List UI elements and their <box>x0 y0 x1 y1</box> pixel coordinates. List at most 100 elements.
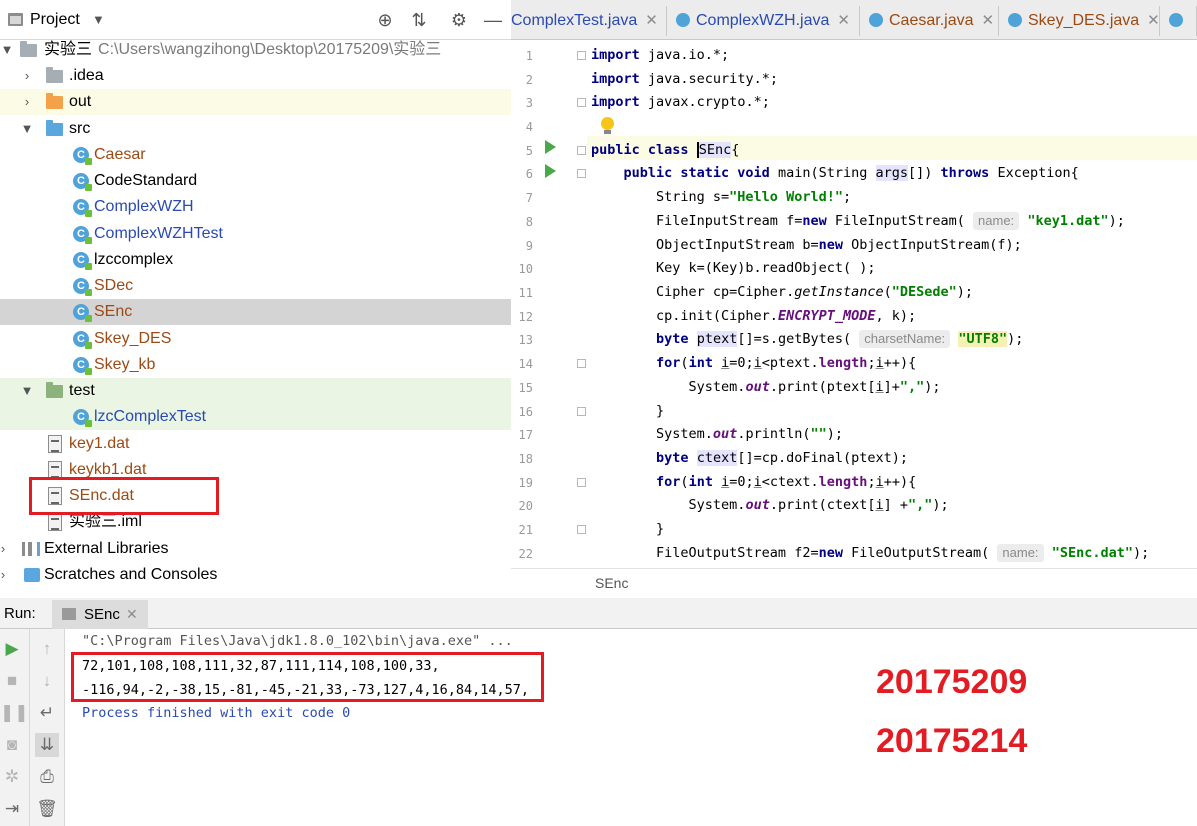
breadcrumb: SEnc <box>511 568 1197 598</box>
code-area[interactable]: import java.io.*; import java.security.*… <box>587 40 1197 568</box>
tree-item-idea[interactable]: › .idea <box>0 63 511 89</box>
fold-icon[interactable] <box>577 169 586 178</box>
tree-item-external-libraries[interactable]: › External Libraries <box>0 536 511 562</box>
line-number: 19 <box>518 476 533 490</box>
tree-item-class[interactable]: C Caesar <box>0 142 511 168</box>
scroll-to-end-icon[interactable]: ⇊ <box>35 733 59 757</box>
tab-complexwzh[interactable]: ComplexWZH.java ✕ <box>668 6 860 36</box>
chevron-right-icon[interactable]: › <box>20 63 34 89</box>
parameter-hint: name: <box>973 212 1020 230</box>
tab-complextest[interactable]: ComplexTest.java ✕ <box>511 6 667 36</box>
tree-item-label: out <box>69 93 92 110</box>
code-line: import java.security.*; <box>591 71 778 87</box>
camera-icon[interactable]: ◙ <box>0 733 24 757</box>
chevron-down-icon[interactable]: ▼ <box>20 116 34 142</box>
tab-caesar[interactable]: Caesar.java ✕ <box>861 6 999 36</box>
tree-item-class-selected[interactable]: C SEnc <box>0 299 511 325</box>
code-line: for(int i=0;i<ctext.length;i++){ <box>656 474 917 490</box>
tree-item-out[interactable]: › out <box>0 89 511 115</box>
close-icon[interactable]: ✕ <box>1147 12 1159 29</box>
chevron-right-icon[interactable]: › <box>0 562 10 588</box>
annotation-student-id: 20175214 <box>876 722 1028 760</box>
arrow-down-icon[interactable]: ↓ <box>35 669 59 693</box>
fold-icon[interactable] <box>577 146 586 155</box>
parameter-hint: name: <box>997 544 1044 562</box>
close-icon[interactable]: ✕ <box>645 12 658 29</box>
soft-wrap-icon[interactable]: ↵ <box>35 701 59 725</box>
close-icon[interactable]: ✕ <box>982 12 995 29</box>
tree-item-test[interactable]: ▼ test <box>0 378 511 404</box>
tree-item-src[interactable]: ▼ src <box>0 116 511 142</box>
run-tab-senc[interactable]: SEnc ✕ <box>52 600 148 629</box>
close-icon[interactable]: ✕ <box>126 606 138 623</box>
chevron-down-icon[interactable]: ▼ <box>20 378 34 404</box>
tree-item-class[interactable]: C Skey_DES <box>0 326 511 352</box>
tree-item-root[interactable]: ▼ 实验三 C:\Users\wangzihong\Desktop\2017520… <box>0 37 511 63</box>
java-class-icon: C <box>73 357 92 375</box>
run-class-icon[interactable] <box>545 140 556 154</box>
console-icon <box>62 608 76 620</box>
tree-item-scratches[interactable]: › Scratches and Consoles <box>0 562 511 588</box>
fold-icon[interactable] <box>577 98 586 107</box>
line-number: 10 <box>518 262 533 276</box>
tree-item-class[interactable]: C CodeStandard <box>0 168 511 194</box>
scratches-icon <box>24 568 40 582</box>
chevron-right-icon[interactable]: › <box>20 89 34 115</box>
java-class-icon <box>676 12 690 27</box>
tree-item-class[interactable]: C Skey_kb <box>0 352 511 378</box>
tree-item-class[interactable]: C ComplexWZHTest <box>0 221 511 247</box>
tree-item-label: lzcComplexTest <box>94 408 207 425</box>
tree-item-class[interactable]: C ComplexWZH <box>0 194 511 220</box>
tree-item-class[interactable]: C SDec <box>0 273 511 299</box>
line-number: 18 <box>518 452 533 466</box>
java-class-icon <box>1169 12 1183 27</box>
breadcrumb-item[interactable]: SEnc <box>595 575 628 591</box>
chevron-down-icon[interactable]: ▼ <box>92 12 105 27</box>
settings-icon[interactable]: ✲ <box>0 765 24 789</box>
fold-icon[interactable] <box>577 51 586 60</box>
fold-icon[interactable] <box>577 407 586 416</box>
tab-overflow[interactable] <box>1161 6 1197 36</box>
pause-icon[interactable]: ❚❚ <box>0 701 29 725</box>
tree-item-label: SDec <box>94 277 134 294</box>
code-line: } <box>591 521 665 537</box>
run-main-icon[interactable] <box>545 164 556 178</box>
stop-icon[interactable]: ■ <box>0 669 24 693</box>
line-number: 2 <box>525 73 533 87</box>
tree-item-class[interactable]: C lzcComplexTest <box>0 404 511 430</box>
chevron-right-icon[interactable]: › <box>0 536 10 562</box>
tree-item-class[interactable]: C lzccomplex <box>0 247 511 273</box>
gear-icon[interactable]: ⚙ <box>448 9 470 31</box>
project-path: C:\Users\wangzihong\Desktop\20175209\实验三 <box>98 41 442 58</box>
project-view-selector[interactable]: Project <box>30 11 80 29</box>
fold-icon[interactable] <box>577 359 586 368</box>
exit-icon[interactable]: ⇥ <box>0 797 24 821</box>
java-class-icon: C <box>73 199 92 217</box>
line-number: 15 <box>518 381 533 395</box>
trash-icon[interactable]: 🗑 <box>35 797 59 821</box>
tree-item-file[interactable]: key1.dat <box>0 431 511 457</box>
excluded-folder-icon <box>46 93 63 109</box>
tree-item-label: CodeStandard <box>94 172 198 189</box>
rerun-icon[interactable]: ▶ <box>0 637 24 661</box>
minimize-icon[interactable]: — <box>482 9 504 31</box>
fold-icon[interactable] <box>577 525 586 534</box>
code-line: System.out.print(ctext[i] +","); <box>591 497 949 513</box>
print-icon[interactable]: ⎙ <box>35 765 59 789</box>
fold-icon[interactable] <box>577 478 586 487</box>
locate-icon[interactable]: ⊕ <box>374 9 396 31</box>
collapse-all-icon[interactable]: ⇅ <box>408 9 430 31</box>
console-line: Process finished with exit code 0 <box>82 705 351 721</box>
line-number: 12 <box>518 310 533 324</box>
java-class-icon <box>869 12 883 27</box>
close-icon[interactable]: ✕ <box>837 12 850 29</box>
line-number: 11 <box>518 286 533 300</box>
java-class-icon: C <box>73 147 92 165</box>
tree-item-label: Skey_DES <box>94 330 172 347</box>
code-line: FileInputStream f=new FileInputStream( n… <box>591 212 1125 230</box>
tab-skey-des[interactable]: Skey_DES.java ✕ <box>1000 6 1160 36</box>
tree-item-label: Scratches and Consoles <box>44 566 218 583</box>
code-line: String s="Hello World!"; <box>591 189 852 205</box>
chevron-down-icon[interactable]: ▼ <box>0 37 14 63</box>
arrow-up-icon[interactable]: ↑ <box>35 637 59 661</box>
